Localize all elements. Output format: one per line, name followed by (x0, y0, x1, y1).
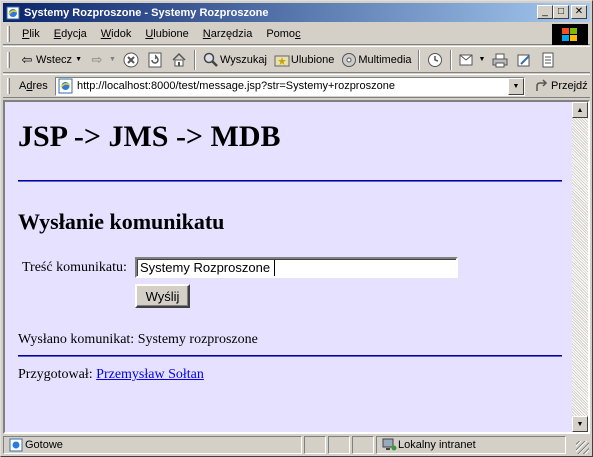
go-button[interactable]: Przejdź (533, 77, 588, 95)
author-link[interactable]: Przemysław Sołtan (96, 367, 204, 382)
scroll-down-button[interactable]: ▼ (572, 416, 588, 432)
back-arrow-icon: ⇦ (21, 51, 33, 67)
close-icon: ✕ (574, 6, 584, 17)
home-button[interactable] (167, 49, 191, 71)
message-label: Treść komunikatu: (22, 260, 127, 275)
menu-pomoc[interactable]: Pomoc (259, 28, 307, 40)
menu-widok[interactable]: Widok (94, 28, 139, 40)
multimedia-button[interactable]: Multimedia (337, 49, 414, 71)
print-button[interactable] (488, 49, 512, 71)
status-panel (304, 436, 326, 454)
ie-page-icon (7, 436, 25, 454)
maximize-button[interactable]: □ (553, 5, 569, 19)
menu-ulubione[interactable]: Ulubione (138, 28, 195, 40)
page-title: JSP -> JMS -> MDB (18, 120, 281, 153)
message-input[interactable] (135, 257, 458, 278)
forward-arrow-icon: ⇨ (91, 51, 103, 67)
window-title: Systemy Rozproszone - Systemy Rozproszon… (24, 6, 269, 19)
status-text: Gotowe (25, 439, 63, 451)
address-label: Adres (19, 80, 48, 92)
menu-narzedzia[interactable]: Narzędzia (196, 28, 260, 40)
browser-window: Systemy Rozproszone - Systemy Rozproszon… (0, 0, 593, 457)
search-icon (202, 51, 220, 69)
address-dropdown-button[interactable]: ▼ (508, 77, 524, 95)
edit-button[interactable] (512, 49, 536, 71)
stop-icon (122, 51, 140, 69)
toolbar-grip[interactable] (7, 51, 10, 68)
author-prefix: Przygotował: (18, 367, 93, 382)
menu-edycja[interactable]: Edycja (47, 28, 94, 40)
menu-bar: Plik Edycja Widok Ulubione Narzędzia Pom… (3, 24, 590, 45)
toolbar-separator (193, 49, 196, 70)
history-button[interactable] (423, 49, 447, 71)
chevron-down-icon[interactable]: ▼ (75, 56, 82, 63)
go-arrow-icon (533, 77, 551, 95)
section-heading: Wysłanie komunikatu (18, 209, 225, 234)
menu-plik[interactable]: Plik (15, 28, 47, 40)
content-frame: JSP -> JMS -> MDB Wysłanie komunikatu Tr… (3, 100, 590, 434)
document-icon (539, 51, 557, 69)
ie-page-icon (5, 5, 21, 21)
text-caret (274, 260, 275, 276)
status-bar: Gotowe Lokalny intranet (3, 435, 590, 455)
back-button[interactable]: ⇦ Wstecz ▼ (15, 49, 85, 71)
maximize-icon: □ (557, 6, 565, 17)
stop-button[interactable] (119, 49, 143, 71)
addressbar-grip[interactable] (7, 78, 10, 94)
minimize-button[interactable]: _ (537, 5, 553, 19)
toolbar-separator (449, 49, 452, 70)
url-input[interactable] (77, 80, 497, 92)
scroll-up-button[interactable]: ▲ (572, 102, 588, 118)
horizontal-rule (18, 355, 562, 357)
horizontal-rule (18, 180, 562, 182)
refresh-button[interactable] (143, 49, 167, 71)
address-bar: Adres ▼ Przejdź (3, 74, 590, 98)
intranet-icon (380, 436, 398, 454)
resize-grip[interactable] (576, 441, 589, 454)
mail-icon (458, 51, 476, 69)
mail-button[interactable]: ▼ (455, 49, 489, 71)
chevron-down-icon[interactable]: ▼ (479, 56, 486, 63)
web-page: JSP -> JMS -> MDB Wysłanie komunikatu Tr… (5, 102, 572, 432)
favorites-folder-icon (273, 51, 291, 69)
toolbar-separator (417, 49, 420, 70)
refresh-icon (146, 51, 164, 69)
ie-page-icon (58, 78, 74, 94)
chevron-down-icon: ▼ (576, 420, 584, 428)
close-button[interactable]: ✕ (571, 5, 587, 19)
printer-icon (491, 51, 509, 69)
favorites-button[interactable]: Ulubione (270, 49, 337, 71)
author-line: Przygotował: Przemysław Sołtan (18, 367, 204, 383)
multimedia-icon (340, 51, 358, 69)
vertical-scrollbar[interactable]: ▲ ▼ (572, 102, 588, 432)
search-button[interactable]: Wyszukaj (199, 49, 270, 71)
address-field[interactable]: ▼ (55, 76, 525, 96)
title-bar[interactable]: Systemy Rozproszone - Systemy Rozproszon… (3, 3, 590, 22)
zone-text: Lokalny intranet (398, 439, 476, 451)
minimize-icon: _ (542, 6, 548, 17)
menubar-grip[interactable] (7, 26, 10, 42)
status-panel (328, 436, 350, 454)
chevron-down-icon: ▼ (512, 82, 520, 90)
sent-confirmation: Wysłano komunikat: Systemy rozproszone (18, 332, 258, 347)
status-panel (352, 436, 374, 454)
send-button[interactable]: Wyślij (135, 284, 190, 308)
chevron-down-icon[interactable]: ▼ (109, 56, 116, 63)
forward-button[interactable]: ⇨ ▼ (85, 49, 119, 71)
status-main: Gotowe (3, 436, 302, 454)
security-zone[interactable]: Lokalny intranet (376, 436, 566, 454)
home-icon (170, 51, 188, 69)
toolbar: ⇦ Wstecz ▼ ⇨ ▼ Wyszukaj Ulubione Multime… (3, 46, 590, 73)
discuss-button[interactable] (536, 49, 560, 71)
edit-page-icon (515, 51, 533, 69)
chevron-up-icon: ▲ (576, 106, 584, 114)
history-icon (426, 51, 444, 69)
windows-logo-icon (552, 24, 588, 45)
